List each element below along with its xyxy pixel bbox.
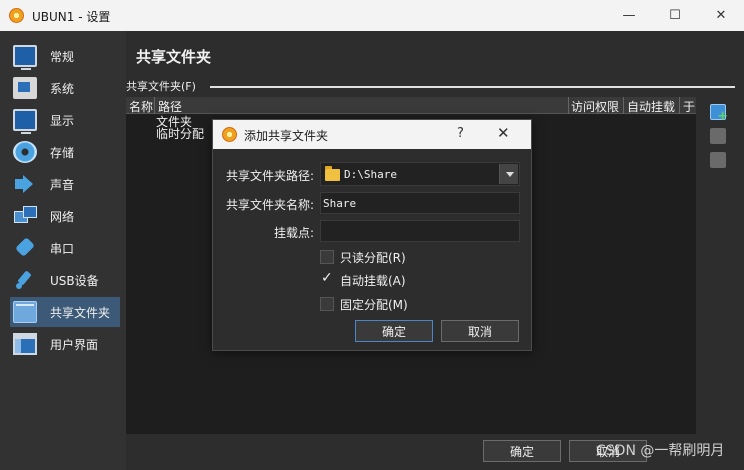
folder-icon [325,166,340,181]
serial-icon [13,237,37,259]
mount-point-label: 挂载点: [273,226,314,240]
network-icon [13,205,37,227]
dialog-titlebar: 添加共享文件夹 ? ✕ [213,120,531,149]
usb-icon [13,269,37,291]
sidebar-item-system[interactable]: 系统 [10,73,120,103]
sidebar-item-label: 存储 [50,145,75,160]
chip-icon [13,77,37,99]
column-separator [679,97,680,114]
minimize-button[interactable]: — [606,0,652,31]
speaker-icon [13,173,37,195]
page-title: 共享文件夹 [136,48,212,66]
readonly-checkbox[interactable] [320,250,334,264]
shared-folders-group-label: 共享文件夹(F) [126,80,196,93]
sidebar-item-label: 网络 [50,209,75,224]
window-titlebar: UBUN1 - 设置 — ☐ ✕ [0,0,744,31]
table-header: 名称 路径 访问权限 自动挂载 于 [126,97,696,114]
monitor-icon [13,45,37,70]
column-header-automount[interactable]: 自动挂载 [627,98,675,115]
folder-name-label: 共享文件夹名称: [225,198,314,212]
folder-path-combobox[interactable]: D:\Share [320,162,520,186]
sidebar-item-label: 串口 [50,241,75,256]
column-separator [154,97,155,114]
edit-shared-folder-icon[interactable] [710,128,726,144]
help-button[interactable]: ? [457,126,464,141]
mount-point-input[interactable] [320,220,520,242]
folder-path-label: 共享文件夹路径: [225,169,314,183]
remove-shared-folder-icon[interactable] [710,152,726,168]
folder-path-value: D:\Share [344,168,397,181]
dialog-close-button[interactable]: ✕ [497,124,510,142]
column-header-name[interactable]: 名称 [129,98,153,115]
sidebar-item-label: 共享文件夹 [50,305,111,320]
ui-icon [13,333,37,355]
sidebar-item-shared-folders[interactable]: 共享文件夹 [10,297,120,327]
sidebar-item-label: USB设备 [50,273,99,288]
close-window-button[interactable]: ✕ [698,0,744,31]
folder-name-input[interactable]: Share [320,192,520,214]
sidebar-item-serial[interactable]: 串口 [10,233,120,263]
sidebar-item-general[interactable]: 常规 [10,41,120,71]
folder-icon [13,301,37,323]
add-shared-folder-dialog: 添加共享文件夹 ? ✕ 共享文件夹路径: D:\Share 共享文件夹名称: S… [212,119,532,351]
readonly-checkbox-row[interactable]: 只读分配(R) [320,249,406,265]
sidebar-item-label: 声音 [50,177,75,192]
permanent-checkbox[interactable] [320,297,334,311]
sidebar-item-label: 用户界面 [50,337,99,352]
sidebar-item-network[interactable]: 网络 [10,201,120,231]
permanent-checkbox-row[interactable]: 固定分配(M) [320,296,408,312]
virtualbox-app-icon [222,127,237,142]
column-separator [568,97,569,114]
display-icon [13,109,37,134]
sidebar-item-label: 系统 [50,81,75,96]
add-shared-folder-icon[interactable] [710,104,728,124]
maximize-button[interactable]: ☐ [652,0,698,31]
window-title: UBUN1 - 设置 [32,10,111,24]
group-divider [210,86,735,88]
dialog-title: 添加共享文件夹 [244,129,329,143]
readonly-label: 只读分配(R) [340,250,406,265]
virtualbox-app-icon [9,8,24,23]
disk-icon [13,141,37,163]
column-header-access[interactable]: 访问权限 [571,98,619,115]
column-header-at[interactable]: 于 [683,98,695,115]
automount-label: 自动挂载(A) [340,273,406,288]
sidebar-item-label: 常规 [50,49,75,64]
sidebar-item-display[interactable]: 显示 [10,105,120,135]
sidebar-item-user-interface[interactable]: 用户界面 [10,329,120,359]
sidebar-item-usb[interactable]: USB设备 [10,265,120,295]
chevron-down-icon[interactable] [499,164,518,184]
permanent-label: 固定分配(M) [340,297,408,312]
dialog-ok-button[interactable]: 确定 [355,320,433,342]
tree-item-temporary[interactable]: 临时分配 [156,125,204,142]
watermark-text: CSDN @一帮刷明月 [596,443,725,459]
settings-sidebar: 常规 系统 显示 存储 声音 网络 串口 USB设备 共享文件夹 用户界面 [0,31,126,470]
sidebar-item-audio[interactable]: 声音 [10,169,120,199]
sidebar-item-label: 显示 [50,113,75,128]
automount-checkbox[interactable] [320,270,334,287]
column-separator [623,97,624,114]
ok-button[interactable]: 确定 [483,440,561,462]
dialog-cancel-button[interactable]: 取消 [441,320,519,342]
automount-checkbox-row[interactable]: 自动挂载(A) [320,270,406,288]
sidebar-item-storage[interactable]: 存储 [10,137,120,167]
